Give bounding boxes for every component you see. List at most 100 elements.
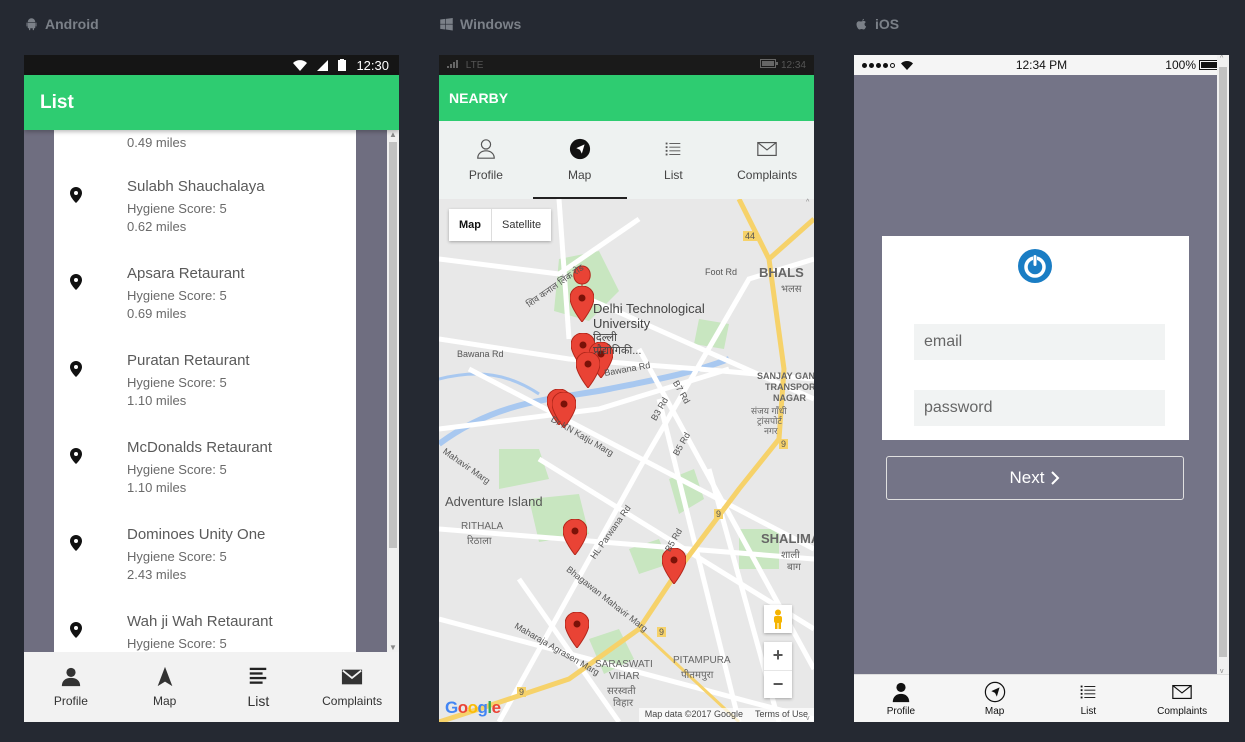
map-label: RITHALA [461,521,504,532]
tab-profile[interactable]: Profile [439,121,533,199]
map-view[interactable]: Delhi Technological University दिल्ली प्… [439,199,814,722]
android-list[interactable]: 0.49 miles Sulabh Shauchalaya Hygiene Sco… [54,130,356,652]
page-title: List [40,91,74,113]
map-label: NAGAR [773,393,806,403]
login-card [882,236,1189,440]
nav-map-label: Map [152,694,177,708]
ios-status-bar: 12:34 PM 100% [854,55,1229,75]
list-item-distance: 1.10 miles [127,480,187,495]
scroll-down-icon[interactable]: ▼ [389,643,397,652]
email-field[interactable] [914,324,1165,360]
street-view-pegman-icon[interactable] [764,605,792,633]
nav-profile[interactable]: Profile [854,675,948,722]
nav-list-label: List [247,693,270,709]
scrollbar-thumb[interactable] [1219,67,1227,657]
tab-list[interactable]: List [627,121,721,199]
nav-profile-label: Profile [53,694,88,708]
scroll-up-icon[interactable]: ^ [1220,55,1223,62]
list-item-name: Puratan Retaurant [127,352,250,369]
list-item-score: Hygiene Score: 5 [127,549,227,564]
map-pin-icon[interactable] [570,286,594,322]
android-scrollbar[interactable]: ▲ ▼ [387,130,399,652]
map-type-satellite-button[interactable]: Satellite [492,209,551,241]
terms-of-use-link[interactable]: Terms of Use [755,709,808,722]
list-item[interactable]: McDonalds Retaurant Hygiene Score: 5 1.10 … [54,428,356,515]
zoom-control: + − [764,642,792,698]
location-pin-icon [70,274,82,290]
password-field[interactable] [914,390,1165,426]
highway-marker: 9 [714,509,724,519]
android-device: 12:30 List 0.49 miles Sulabh Shauchalaya… [24,55,399,722]
map-label: पीतमपुरा [681,670,714,681]
list-item[interactable]: Puratan Retaurant Hygiene Score: 5 1.10 mi… [54,341,356,428]
tab-map[interactable]: Map [532,121,627,199]
nav-complaints-label: Complaints [322,694,383,708]
highway-marker: 9 [779,439,789,449]
location-pin-icon [70,187,82,203]
list-item-name: Wah ji Wah Retaurant [127,613,273,630]
map-roads [439,199,814,722]
ios-scrollbar[interactable]: ^ v [1217,55,1229,675]
list-icon [250,667,267,684]
android-bottom-nav: Profile Map List Complaints [24,652,399,722]
nav-profile[interactable]: Profile [24,652,118,722]
map-label: University [593,316,651,331]
list-item[interactable]: Dominoes Unity One Hygiene Score: 5 2.43 m… [54,515,356,602]
map-pin-icon[interactable] [563,519,587,555]
tab-complaints[interactable]: Complaints [720,121,814,199]
navigation-circle-outline-icon [984,681,1005,702]
map-attribution: Map data ©2017 Google Terms of Use [638,708,814,722]
location-pin-icon [70,622,82,638]
map-pin-icon[interactable] [662,548,686,584]
list-item-distance: 0.49 miles [127,135,187,150]
nav-complaints[interactable]: Complaints [1135,675,1229,722]
nav-list[interactable]: List [1042,675,1136,722]
person-icon [892,682,910,702]
nav-list-label: List [1080,705,1097,717]
next-button-label: Next [1009,468,1045,487]
page-title: NEARBY [449,90,509,106]
windows-scrollbar[interactable]: ^ v [806,199,814,722]
person-outline-icon [477,139,495,159]
android-icon [26,17,37,30]
list-icon [666,142,681,156]
map-pin-icon[interactable] [565,612,589,648]
map-data-text: Map data ©2017 Google [644,709,743,719]
next-button[interactable]: Next [886,456,1184,500]
zoom-out-button[interactable]: − [764,671,792,699]
battery-icon [760,59,779,68]
scroll-down-icon[interactable]: v [806,715,810,722]
map-label: भलस [781,284,802,295]
map-label: BHALS [759,265,804,280]
platform-label-android-text: Android [45,16,99,32]
ios-tab-bar: Profile Map List Complaints [854,674,1229,722]
scrollbar-thumb[interactable] [389,142,397,548]
windows-icon [440,17,453,30]
list-item[interactable]: Wah ji Wah Retaurant Hygiene Score: 5 [54,602,356,652]
map-label: नगर [764,426,778,436]
map-label: बाग [787,562,801,573]
nav-map[interactable]: Map [948,675,1042,722]
nav-list[interactable]: List [212,652,306,722]
list-item-name: Sulabh Shauchalaya [127,178,265,195]
location-pin-icon [70,361,82,377]
list-item[interactable]: Sulabh Shauchalaya Hygiene Score: 5 0.62 m… [54,167,356,254]
nav-complaints[interactable]: Complaints [305,652,399,722]
list-item-name: McDonalds Retaurant [127,439,273,456]
windows-tabs: Profile Map List Complaints [439,121,814,199]
ios-battery: 100% [1165,58,1221,72]
wifi-icon [293,59,308,71]
map-type-map-button[interactable]: Map [449,209,492,241]
navigation-circle-icon [569,138,590,160]
list-item-score: Hygiene Score: 5 [127,201,227,216]
scroll-up-icon[interactable]: ▲ [389,130,397,139]
zoom-in-button[interactable]: + [764,642,792,671]
nav-map[interactable]: Map [118,652,212,722]
ios-device: 12:34 PM 100% ^ v Next Profile Map List [854,55,1229,722]
windows-device: LTE 12:34 NEARBY Profile Map List Compla… [439,55,814,722]
battery-icon [338,59,347,71]
scroll-up-icon[interactable]: ^ [806,199,809,206]
list-item-distance: 0.62 miles [127,219,187,234]
location-pin-icon [70,448,82,464]
list-item[interactable]: Apsara Retaurant Hygiene Score: 5 0.69 mil… [54,254,356,341]
